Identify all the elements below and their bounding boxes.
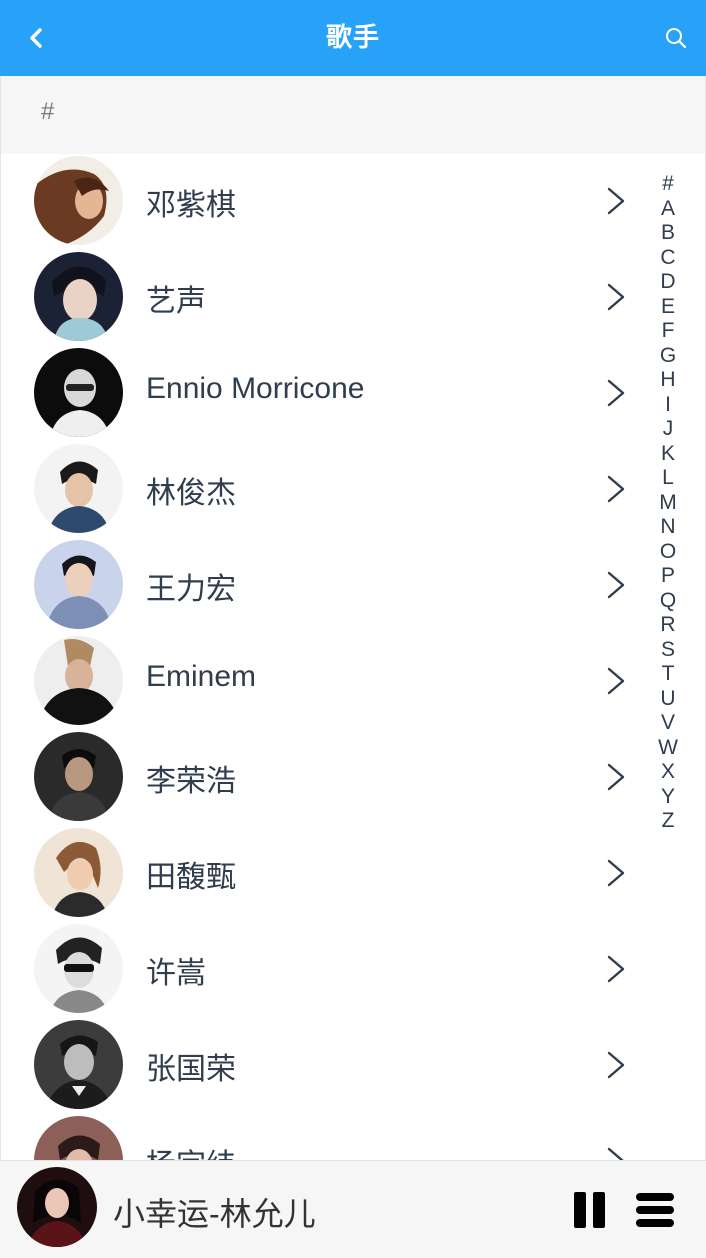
singer-avatar bbox=[34, 1020, 123, 1109]
singer-row[interactable]: 杨宗纬 bbox=[1, 1114, 641, 1160]
singer-name: 张国荣 bbox=[146, 1053, 236, 1086]
singer-avatar bbox=[34, 156, 123, 245]
index-letter[interactable]: X bbox=[652, 760, 684, 785]
chevron-right-icon bbox=[607, 1147, 624, 1160]
index-letter[interactable]: W bbox=[652, 736, 684, 761]
singer-name: 艺声 bbox=[146, 285, 206, 318]
singer-row[interactable]: 艺声 bbox=[1, 250, 641, 346]
index-letter[interactable]: N bbox=[652, 515, 684, 540]
singer-avatar bbox=[34, 732, 123, 821]
chevron-right-icon bbox=[607, 187, 625, 215]
singer-name: 李荣浩 bbox=[146, 765, 236, 798]
singer-row[interactable]: 田馥甄 bbox=[1, 826, 641, 922]
index-letter[interactable]: P bbox=[652, 564, 684, 589]
alphabet-index[interactable]: # A B C D E F G H I J K L M N O P Q R S … bbox=[652, 172, 684, 834]
singer-row[interactable]: Ennio Morricone bbox=[1, 346, 641, 442]
singer-name: Eminem bbox=[146, 660, 257, 693]
singer-avatar bbox=[34, 540, 123, 629]
index-letter[interactable]: D bbox=[652, 270, 684, 295]
singer-avatar bbox=[34, 828, 123, 917]
index-letter[interactable]: Y bbox=[652, 785, 684, 810]
singer-row[interactable]: 王力宏 bbox=[1, 538, 641, 634]
app-header: 歌手 bbox=[0, 0, 706, 76]
index-letter[interactable]: M bbox=[652, 491, 684, 516]
search-icon bbox=[666, 28, 687, 49]
chevron-right-icon bbox=[607, 667, 625, 695]
singer-name: Ennio Morricone bbox=[146, 372, 365, 405]
singer-avatar bbox=[34, 1116, 123, 1160]
search-button[interactable] bbox=[660, 22, 692, 54]
index-letter[interactable]: C bbox=[652, 246, 684, 271]
pause-button[interactable] bbox=[572, 1192, 606, 1228]
index-letter[interactable]: O bbox=[652, 540, 684, 565]
mini-player[interactable]: 小幸运-林允儿 bbox=[0, 1160, 706, 1258]
singer-row[interactable]: 林俊杰 bbox=[1, 442, 641, 538]
index-letter[interactable]: G bbox=[652, 344, 684, 369]
singer-row[interactable]: 许嵩 bbox=[1, 922, 641, 1018]
singer-avatar bbox=[34, 252, 123, 341]
singer-row[interactable]: Eminem bbox=[1, 634, 641, 730]
chevron-right-icon bbox=[607, 955, 625, 983]
index-letter[interactable]: V bbox=[652, 711, 684, 736]
section-label: # bbox=[41, 98, 55, 125]
index-letter[interactable]: I bbox=[652, 393, 684, 418]
now-playing-title: 小幸运-林允儿 bbox=[113, 1196, 316, 1232]
page-title: 歌手 bbox=[325, 23, 380, 53]
index-letter[interactable]: R bbox=[652, 613, 684, 638]
chevron-right-icon bbox=[607, 1051, 625, 1079]
playlist-button[interactable] bbox=[636, 1193, 674, 1227]
singer-avatar bbox=[34, 444, 123, 533]
singer-row[interactable]: 张国荣 bbox=[1, 1018, 641, 1114]
singer-name: 王力宏 bbox=[146, 573, 236, 606]
singer-name: 邓紫棋 bbox=[146, 189, 236, 222]
chevron-right-icon bbox=[607, 571, 625, 599]
chevron-right-icon bbox=[607, 379, 625, 407]
index-letter[interactable]: H bbox=[652, 368, 684, 393]
singer-avatar bbox=[34, 636, 123, 725]
singer-row[interactable]: 李荣浩 bbox=[1, 730, 641, 826]
chevron-right-icon bbox=[607, 763, 625, 791]
index-letter[interactable]: F bbox=[652, 319, 684, 344]
index-letter[interactable]: T bbox=[652, 662, 684, 687]
index-letter[interactable]: U bbox=[652, 687, 684, 712]
album-art[interactable] bbox=[17, 1167, 97, 1247]
section-header: # bbox=[0, 76, 706, 154]
index-letter[interactable]: J bbox=[652, 417, 684, 442]
index-letter[interactable]: B bbox=[652, 221, 684, 246]
singer-list[interactable]: 邓紫棋 艺声 Ennio Morricone 林俊杰 王力宏 Eminem 李荣… bbox=[0, 154, 706, 1160]
index-letter[interactable]: # bbox=[652, 172, 684, 197]
singer-name: 田馥甄 bbox=[146, 861, 236, 894]
singer-name: 林俊杰 bbox=[146, 477, 236, 510]
singer-name: 杨宗纬 bbox=[146, 1140, 236, 1160]
singer-avatar bbox=[34, 348, 123, 437]
index-letter[interactable]: S bbox=[652, 638, 684, 663]
index-letter[interactable]: K bbox=[652, 442, 684, 467]
chevron-right-icon bbox=[607, 283, 625, 311]
index-letter[interactable]: E bbox=[652, 295, 684, 320]
chevron-right-icon bbox=[607, 859, 625, 887]
index-letter[interactable]: Q bbox=[652, 589, 684, 614]
chevron-right-icon bbox=[607, 475, 625, 503]
index-letter[interactable]: A bbox=[652, 197, 684, 222]
singer-avatar bbox=[34, 924, 123, 1013]
singer-row[interactable]: 邓紫棋 bbox=[1, 154, 641, 250]
index-letter[interactable]: Z bbox=[652, 809, 684, 834]
singer-name: 许嵩 bbox=[146, 957, 206, 990]
index-letter[interactable]: L bbox=[652, 466, 684, 491]
